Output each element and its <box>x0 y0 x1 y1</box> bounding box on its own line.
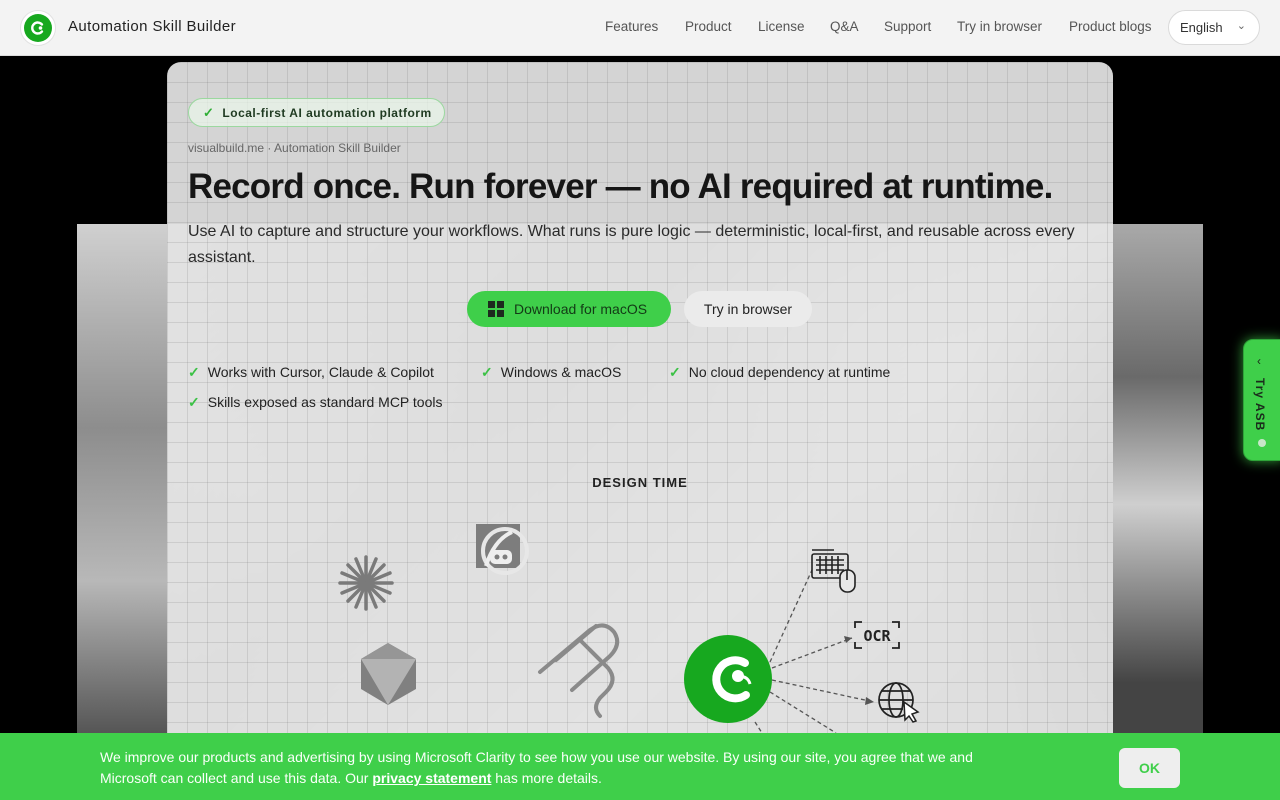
brand-name[interactable]: Automation Skill Builder <box>68 18 236 35</box>
cookie-banner: We improve our products and advertising … <box>0 733 1280 800</box>
cookie-text-end: has more details. <box>491 770 602 786</box>
asb-hub-logo-icon <box>684 635 772 723</box>
nav-support[interactable]: Support <box>884 19 931 34</box>
diagram-arrowheads <box>844 636 874 705</box>
web-cursor-icon <box>878 682 920 723</box>
logo[interactable] <box>20 10 56 46</box>
side-tab-indicator <box>1258 439 1266 447</box>
language-select[interactable]: English ⌄ <box>1168 10 1260 45</box>
nav-license[interactable]: License <box>758 19 805 34</box>
privacy-statement-link[interactable]: privacy statement <box>372 770 491 786</box>
nav-qa[interactable]: Q&A <box>830 19 859 34</box>
mcp-icon <box>538 623 620 718</box>
claude-icon <box>338 555 394 611</box>
try-asb-side-tab[interactable]: ‹ Try ASB <box>1243 339 1280 461</box>
asb-logo-icon <box>24 14 52 42</box>
nav-try-in-browser[interactable]: Try in browser <box>957 19 1042 34</box>
side-tab-label: Try ASB <box>1253 378 1267 432</box>
diagram-connectors <box>754 569 875 734</box>
ocr-icon: OCR <box>854 621 900 649</box>
keyboard-mouse-icon <box>811 549 856 593</box>
cookie-message: We improve our products and advertising … <box>100 747 1000 789</box>
chevron-down-icon: ⌄ <box>1236 20 1246 32</box>
language-value: English <box>1180 20 1223 35</box>
nav-product-blogs[interactable]: Product blogs <box>1069 19 1152 34</box>
nav-features[interactable]: Features <box>605 19 658 34</box>
cookie-ok-button[interactable]: OK <box>1119 748 1180 788</box>
nav-product[interactable]: Product <box>685 19 732 34</box>
top-navbar: Automation Skill Builder Features Produc… <box>0 0 1280 56</box>
copilot-icon <box>476 524 529 575</box>
chevron-left-icon: ‹ <box>1257 354 1261 368</box>
ocr-label: OCR <box>863 627 891 645</box>
cursor-icon <box>361 643 416 705</box>
workflow-diagram: OCR <box>338 524 920 734</box>
